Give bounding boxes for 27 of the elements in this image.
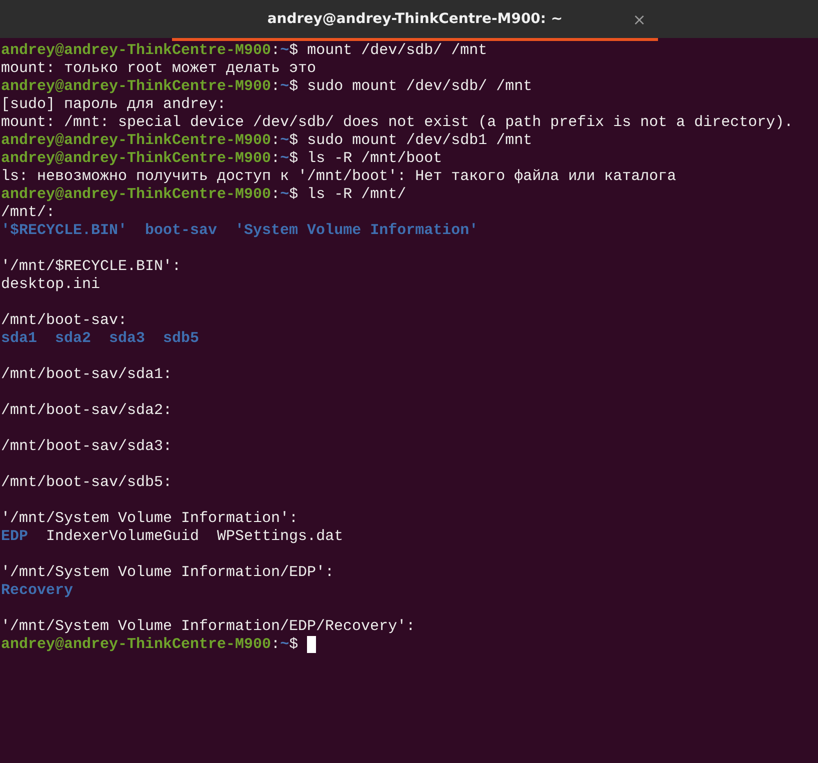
- command-line: andrey@andrey-ThinkCentre-M900:~$ mount /dev/sdb/ /mnt: [1, 42, 488, 60]
- directory-listing: sda1 sda2 sda3 sdb5: [1, 330, 200, 348]
- output-line: /mnt/boot-sav/sdb5:: [1, 474, 174, 492]
- output-line: mount: /mnt: special device /dev/sdb/ does not exist (a path prefix is not a directory).: [1, 114, 794, 132]
- output-line: /mnt/boot-sav:: [1, 312, 128, 330]
- output-line: /mnt/:: [1, 204, 56, 222]
- directory-listing: EDP IndexerVolumeGuid WPSettings.dat: [1, 528, 344, 546]
- output-line: [sudo] пароль для andrey:: [1, 96, 228, 114]
- output-line: /mnt/boot-sav/sda3:: [1, 438, 174, 456]
- directory-listing: Recovery: [1, 582, 74, 600]
- window-title: andrey@andrey-ThinkCentre-M900: ~: [267, 11, 563, 27]
- output-line: '/mnt/System Volume Information/EDP/Recovery':: [1, 618, 416, 636]
- command-line: andrey@andrey-ThinkCentre-M900:~$ sudo mount /dev/sdb/ /mnt: [1, 78, 534, 96]
- output-line: ls: невозможно получить доступ к '/mnt/boot': Нет такого файла или каталога: [1, 168, 678, 186]
- output-line: '/mnt/$RECYCLE.BIN':: [1, 258, 182, 276]
- command-line: andrey@andrey-ThinkCentre-M900:~$ ls -R /mnt/boot: [1, 150, 444, 168]
- command-line: andrey@andrey-ThinkCentre-M900:~$: [1, 636, 818, 654]
- directory-listing: '$RECYCLE.BIN' boot-sav 'System Volume Information': [1, 222, 480, 240]
- output-line: /mnt/boot-sav/sda1:: [1, 366, 174, 384]
- close-icon[interactable]: ×: [632, 10, 646, 29]
- command-line: andrey@andrey-ThinkCentre-M900:~$ ls -R /mnt/: [1, 186, 408, 204]
- output-line: desktop.ini: [1, 276, 102, 294]
- output-line: /mnt/boot-sav/sda2:: [1, 402, 174, 420]
- output-line: mount: только root может делать это: [1, 60, 318, 78]
- command-line: andrey@andrey-ThinkCentre-M900:~$ sudo mount /dev/sdb1 /mnt: [1, 132, 534, 150]
- output-line: '/mnt/System Volume Information':: [1, 510, 300, 528]
- output-line: '/mnt/System Volume Information/EDP':: [1, 564, 336, 582]
